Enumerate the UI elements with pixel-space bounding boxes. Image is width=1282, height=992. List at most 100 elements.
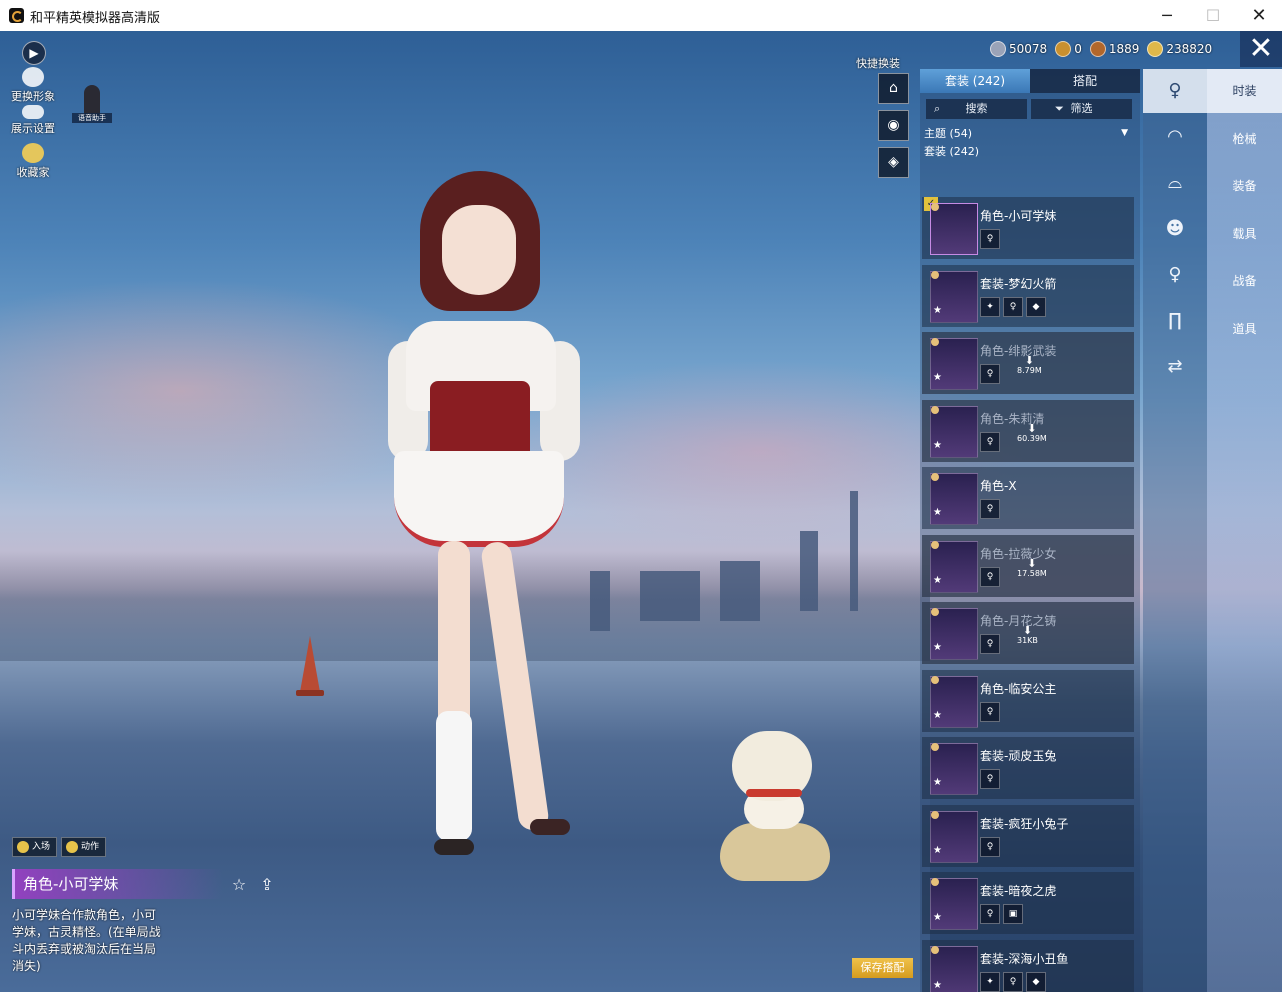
category-outfit-icon[interactable]: ♀ [1143,69,1207,113]
outfit-item[interactable]: ★ 角色-临安公主 ♀ [922,669,1134,732]
theme-filter[interactable]: 主题 (54) ▼ 套装 (242) [924,125,1134,161]
favorite-icon[interactable]: ☆ [228,876,250,894]
outfit-part-icon: ◆ [1026,296,1046,317]
download-indicator[interactable]: ⬇ 60.39M [1017,423,1047,443]
role-icon [931,810,939,819]
outfit-part-icon: ♀ [980,499,1000,519]
outfit-item[interactable]: ★ 角色-月花之铸 ♀ ⬇ 31KB [922,602,1134,664]
person-icon [22,67,44,87]
tab-combos[interactable]: 搭配 [1030,69,1140,93]
voice-assistant-button[interactable]: 语音助手 [72,85,112,125]
menu-items[interactable]: 道具 [1207,307,1282,351]
outfit-item[interactable]: ★ 套装-梦幻火箭 ✦ ♀ ◆ [922,264,1134,327]
outfit-item-name: 角色-X [980,479,1017,493]
emote-tab[interactable]: 动作 [61,837,107,857]
outfit-description: 小可学妹合作款角色，小可学妹，古灵精怪。(在单局战斗内丢弃或被淘汰后在当局消失) [12,908,161,973]
menu-vehicles[interactable]: 载具 [1207,212,1282,256]
outfit-parts: ♀ [980,634,1000,654]
outfit-item[interactable]: ★ 角色-绯影武装 ♀ ⬇ 8.79M [922,332,1134,394]
outfit-parts: ♀ [980,431,1000,452]
outfit-item[interactable]: ✓角色-小可学妹♀ [922,197,1134,259]
outfit-parts: ✦ ♀ ◆ [980,296,1046,317]
filter-button[interactable]: ⏷ 筛选 [1031,99,1132,119]
outfit-part-icon: ♀ [980,431,1000,452]
vehicle-skin-icon[interactable]: ◈ [878,147,909,178]
share-icon[interactable]: ⇪ [256,876,278,894]
outfit-part-icon: ✦ [980,296,1000,317]
category-body-icon[interactable]: ♀ [1143,253,1207,297]
person-emote-icon [66,841,79,853]
character-skirt [394,451,564,547]
maximize-button[interactable]: ☐ [1190,0,1236,31]
action-tabs: 入场 动作 [12,837,107,857]
role-icon [931,878,939,886]
outfit-item[interactable]: ★ 角色-朱莉清 ♀ ⬇ 60.39M [922,399,1134,462]
entrance-tab[interactable]: 入场 [12,837,58,857]
role-icon [931,473,939,481]
category-mask-icon[interactable]: ☻ [1143,207,1207,251]
download-indicator[interactable]: ⬇ 8.79M [1017,355,1042,375]
role-icon [931,945,939,954]
category-glasses-icon[interactable]: ⌓ [1143,161,1207,205]
expand-toggle[interactable]: ▶ [22,41,46,65]
search-label: 搜索 [965,102,988,115]
outfit-item-name: 套装-梦幻火箭 [980,276,1057,291]
download-size: 8.79M [1017,366,1042,375]
role-icon [931,540,939,549]
outfit-part-icon: ♀ [1003,971,1023,992]
close-panel-icon[interactable]: ✕ [1240,31,1282,67]
badge-icon[interactable]: ◉ [878,110,909,141]
outfit-item[interactable]: ★ 角色-X ♀ [922,467,1134,529]
change-avatar-button[interactable]: 更换形象 [10,67,56,104]
outfit-item[interactable]: ★ 角色-拉薇少女 ♀ ⬇ 17.58M [922,534,1134,597]
star-icon: ★ [933,507,942,518]
save-combo-button[interactable]: 保存搭配 [852,958,913,978]
gold-coin-icon [1147,41,1164,57]
outfit-part-icon: ♀ [980,566,1000,587]
menu-battle-prep[interactable]: 战备 [1207,259,1282,303]
download-indicator[interactable]: ⬇ 17.58M [1017,558,1047,578]
display-settings-button[interactable]: 展示设置 [10,105,56,136]
currency-token-value: 0 [1074,42,1082,56]
category-pants-icon[interactable]: ∏ [1143,299,1207,343]
download-size: 17.58M [1017,568,1047,578]
outfit-part-icon: ♀ [980,364,1000,384]
download-size: 31KB [1017,636,1038,645]
menu-gear[interactable]: 装备 [1207,164,1282,208]
outfit-item-name: 角色-小可学妹 [980,209,1057,223]
outfit-part-icon: ♀ [980,229,1000,249]
wardrobe-icon[interactable]: ⌂ [878,73,909,104]
outfit-part-icon: ▣ [1003,904,1023,924]
role-icon [931,203,939,211]
filter-label: 筛选 [1070,102,1093,115]
chevron-down-icon: ▼ [1121,128,1128,138]
category-hat-icon[interactable]: ◠ [1143,115,1207,159]
outfit-thumbnail [930,203,978,255]
download-indicator[interactable]: ⬇ 31KB [1017,625,1038,645]
smiley-icon [17,841,29,853]
currency-bronze-value: 1889 [1108,42,1140,56]
outfit-part-icon: ♀ [1003,296,1023,317]
category-swap-icon[interactable]: ⇄ [1143,345,1207,389]
window-title: 和平精英模拟器高清版 [30,11,161,26]
collector-button[interactable]: 收藏家 [10,143,56,180]
outfit-item[interactable]: ★ 套装-暗夜之虎 ♀ ▣ [922,872,1134,934]
window-titlebar: 和平精英模拟器高清版 ─ ☐ ✕ [0,0,1282,32]
menu-weapons[interactable]: 枪械 [1207,117,1282,161]
search-button[interactable]: ⌕ 搜索 [926,99,1027,119]
minimize-button[interactable]: ─ [1144,0,1190,31]
outfit-parts: ♀ [980,836,1000,857]
outfit-item-name: 套装-暗夜之虎 [980,884,1057,898]
tab-suits[interactable]: 套装 (242) [920,69,1030,93]
outfit-item[interactable]: ★ 套装-顽皮玉兔 ♀ [922,737,1134,799]
outfit-item[interactable]: ★ 套装-疯狂小兔子 ♀ [922,804,1134,867]
outfit-item-name: 套装-顽皮玉兔 [980,749,1057,763]
main-menu: 时装 枪械 装备 载具 战备 道具 [1207,69,1282,992]
currency-gold-value: 238820 [1166,42,1213,56]
menu-fashion[interactable]: 时装 [1207,69,1282,113]
outfit-parts: ♀ [980,769,1000,789]
outfit-parts: ♀ [980,701,1000,722]
outfit-item[interactable]: ★ 套装-深海小丑鱼 ✦ ♀ ◆ [922,939,1134,992]
search-icon: ⌕ [934,102,941,115]
close-window-button[interactable]: ✕ [1236,0,1282,31]
